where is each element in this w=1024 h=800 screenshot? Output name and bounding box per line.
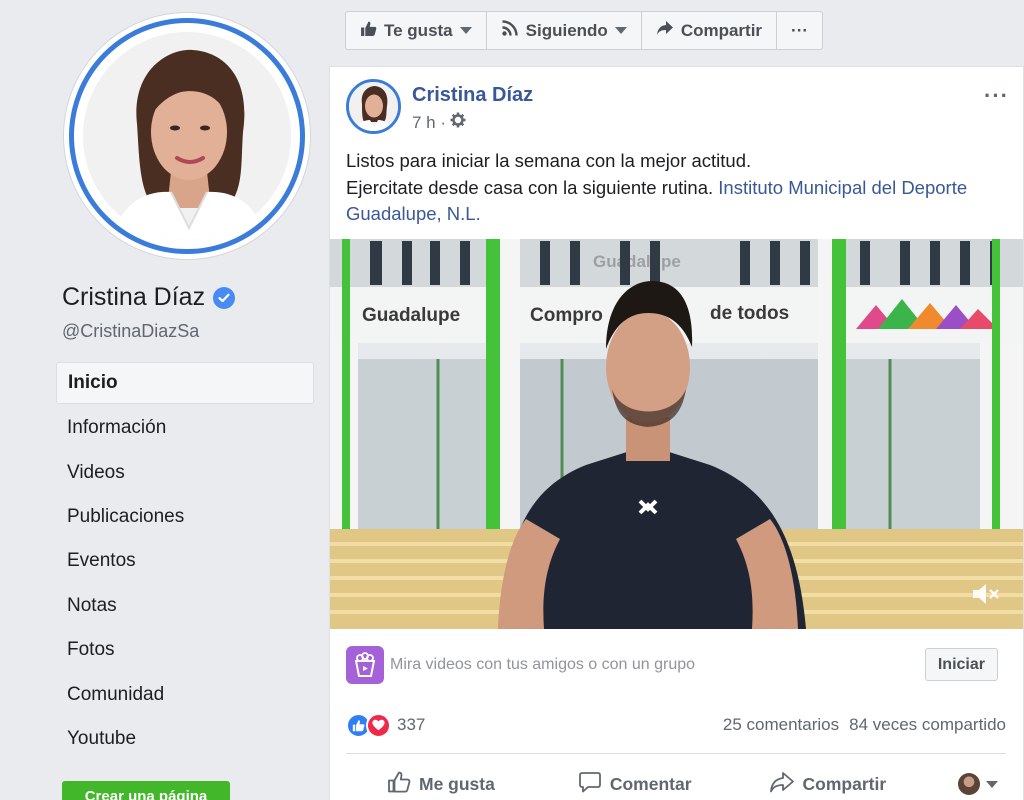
following-button[interactable]: Siguiendo <box>487 12 642 49</box>
sidebar-item-notas[interactable]: Notas <box>56 584 314 628</box>
post-stats: 337 25 comentarios 84 veces compartido <box>346 710 1006 740</box>
more-options-button[interactable]: ··· <box>777 12 822 49</box>
gear-icon <box>450 112 466 133</box>
sidebar-item-inicio[interactable]: Inicio <box>56 362 314 404</box>
like-page-button[interactable]: Te gusta <box>346 12 487 49</box>
like-label: Me gusta <box>419 773 495 794</box>
create-page-button[interactable]: Crear una página <box>62 781 230 800</box>
post-timestamp: 7 h · <box>412 112 466 133</box>
post-author-name[interactable]: Cristina Díaz <box>412 84 533 107</box>
sidebar-item-fotos[interactable]: Fotos <box>56 628 314 672</box>
video-sign-right: de todos <box>710 303 789 324</box>
page-action-bar: Te gusta Siguiendo Compartir ··· <box>345 11 824 50</box>
avatar <box>83 32 291 240</box>
start-watch-button[interactable]: Iniciar <box>924 648 998 681</box>
page-title[interactable]: Cristina Díaz <box>62 283 236 312</box>
share-arrow-icon <box>656 20 674 41</box>
comment-button[interactable]: Comentar <box>578 770 692 799</box>
post-line-2-text: Ejercitate desde casa con la siguiente r… <box>346 176 714 198</box>
watch-party-row: Mira videos con tus amigos o con un grup… <box>346 645 1006 685</box>
sidebar-item-informacion[interactable]: Información <box>56 406 314 450</box>
profile-picture[interactable] <box>64 13 310 259</box>
verified-badge-icon <box>213 286 236 309</box>
caret-down-icon <box>614 27 627 34</box>
post-line-2: Ejercitate desde casa con la siguiente r… <box>346 175 1006 228</box>
post-time[interactable]: 7 h · <box>412 113 446 133</box>
caret-down-icon <box>459 27 472 34</box>
video-player[interactable]: Guadalupe Compro de todos Guadalupe <box>330 239 1023 629</box>
page-sidebar: Cristina Díaz @CristinaDiazSa Inicio Inf… <box>0 0 328 800</box>
sidebar-item-eventos[interactable]: Eventos <box>56 539 314 583</box>
post-author-avatar[interactable] <box>346 79 401 134</box>
love-reaction-icon[interactable] <box>366 712 391 738</box>
popcorn-icon <box>346 646 384 684</box>
like-page-label: Te gusta <box>384 20 453 40</box>
following-label: Siguiendo <box>525 20 608 40</box>
sidebar-item-videos[interactable]: Videos <box>56 450 314 494</box>
video-sign-top: Guadalupe <box>593 252 681 271</box>
page-name-text: Cristina Díaz <box>62 283 206 311</box>
shares-count[interactable]: 84 veces compartido <box>849 715 1006 735</box>
post-card: Cristina Díaz 7 h · ··· Listos para inic… <box>329 66 1024 800</box>
thumbs-up-icon <box>387 770 411 799</box>
sidebar-item-publicaciones[interactable]: Publicaciones <box>56 495 314 539</box>
avatar <box>958 773 980 795</box>
share-arrow-icon <box>769 771 795 798</box>
sidebar-item-comunidad[interactable]: Comunidad <box>56 672 314 716</box>
page-handle: @CristinaDiazSa <box>62 321 200 341</box>
comments-count[interactable]: 25 comentarios <box>723 715 839 735</box>
more-icon: ··· <box>791 20 809 40</box>
post-body: Listos para iniciar la semana con la mej… <box>346 148 1006 228</box>
divider <box>346 753 1006 754</box>
watch-party-text: Mira videos con tus amigos o con un grup… <box>390 656 696 673</box>
share-label: Compartir <box>802 773 887 794</box>
post-as-selector[interactable] <box>958 773 998 795</box>
share-page-button[interactable]: Compartir <box>642 12 778 49</box>
page-nav: Inicio Información Videos Publicaciones … <box>56 362 314 761</box>
comment-icon <box>578 770 602 799</box>
share-button[interactable]: Compartir <box>769 771 887 798</box>
sidebar-item-youtube[interactable]: Youtube <box>56 717 314 761</box>
share-page-label: Compartir <box>680 20 763 40</box>
video-sign-mid: Compro <box>530 305 603 326</box>
reactions-count[interactable]: 337 <box>397 715 425 735</box>
thumbs-up-icon <box>360 20 377 42</box>
rss-icon <box>501 19 519 42</box>
post-line-1: Listos para iniciar la semana con la mej… <box>346 150 752 171</box>
post-options-button[interactable]: ··· <box>984 83 1009 109</box>
post-actions: Me gusta Comentar Compartir <box>346 767 1006 800</box>
mute-icon[interactable] <box>971 582 1001 611</box>
video-sign-left: Guadalupe <box>362 305 460 326</box>
comment-label: Comentar <box>609 773 692 794</box>
caret-down-icon <box>986 780 998 788</box>
like-button[interactable]: Me gusta <box>387 770 495 799</box>
